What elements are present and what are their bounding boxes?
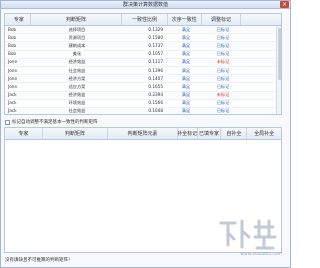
consistency-grid: 专家 判断矩阵 一致性比例 次序一致性 调整标记 Bob 选择项目 0.1329 满足… [4, 13, 282, 115]
cell-ratio: 0.1566 [148, 100, 163, 106]
col-header-element[interactable]: 判断矩阵元素 [108, 128, 178, 139]
cell-mark: 未标记 [216, 59, 230, 65]
grid-header: 专家 判断矩阵 一致性比例 次序一致性 调整标记 [5, 14, 281, 26]
cell-order: 满足 [181, 75, 191, 81]
cell-matrix: 建筑成本 [68, 42, 86, 48]
cell-mark: 已标记 [216, 34, 230, 40]
cell-expert: Jone [8, 75, 18, 81]
scrollbar-thumb[interactable] [278, 28, 281, 80]
col-header-mark[interactable]: 调整标记 [202, 14, 242, 25]
col-header-ratio[interactable]: 一致性比例 [122, 14, 168, 25]
cell-order: 满足 [181, 92, 191, 98]
cell-ratio: 0.1737 [148, 42, 163, 48]
cell-expert: Bob [8, 26, 17, 32]
col-header-filled-expert[interactable]: 已填专家 [198, 128, 222, 139]
table-row[interactable]: Jack 社会效益 0.1048 满足 已标记 [5, 107, 281, 114]
cell-mark: 已标记 [216, 83, 230, 89]
cell-mark: 已标记 [216, 75, 230, 81]
cell-expert: Jone [8, 59, 18, 65]
checkbox-label: 标记自动调整不满足基本一致性的判断矩阵 [12, 120, 98, 125]
cell-ratio: 0.1057 [148, 51, 163, 57]
cell-expert: Bob [8, 51, 17, 57]
cell-order: 满足 [181, 26, 191, 32]
vertical-scrollbar[interactable] [276, 26, 281, 114]
status-message: 没有填缺且不可推算的判断矩阵！ [5, 258, 73, 263]
cell-mark: 已标记 [216, 51, 230, 57]
download-logo-icon [219, 219, 277, 250]
cell-matrix: 环境效益 [68, 100, 86, 106]
cell-matrix: 美化 [72, 51, 82, 57]
watermark-site: www.xiazaiba.com [240, 252, 282, 257]
cell-expert: Bob [8, 34, 17, 40]
cell-ratio: 0.1655 [148, 83, 163, 89]
cell-mark: 已标记 [216, 42, 230, 48]
cell-order: 满足 [181, 42, 191, 48]
cell-mark: 已标记 [216, 108, 230, 114]
cell-ratio: 0.1580 [148, 34, 163, 40]
col-header-global-complete[interactable]: 全局补全 [247, 128, 281, 139]
cell-order: 满足 [181, 67, 191, 73]
cell-matrix: 经济效益 [68, 92, 86, 98]
close-icon[interactable]: × [280, 1, 289, 8]
col-header-order[interactable]: 次序一致性 [168, 14, 202, 25]
cell-order: 满足 [181, 108, 191, 114]
grid-body: Bob 选择项目 0.1329 满足 已标记 Bob 资源项目 0.1580 满足 已标记 Bob 建… [5, 26, 281, 114]
cell-expert: Jone [8, 67, 18, 73]
cell-order: 满足 [181, 51, 191, 57]
cell-ratio: 0.1117 [148, 59, 163, 65]
auto-adjust-option[interactable]: 标记自动调整不满足基本一致性的判断矩阵 [5, 119, 98, 125]
cell-expert: Jone [8, 83, 18, 89]
col-header-complete-mark[interactable]: 补全标记 [178, 128, 198, 139]
cell-expert: Jack [8, 100, 17, 106]
cell-matrix: 资源项目 [68, 34, 86, 40]
col-header-filler [241, 14, 281, 25]
col-header-matrix[interactable]: 判断矩阵 [31, 14, 123, 25]
checkbox[interactable] [5, 119, 10, 125]
col-header-expert[interactable]: 专家 [5, 14, 31, 25]
cell-ratio: 0.2394 [148, 92, 163, 98]
cell-expert: Jack [8, 92, 17, 98]
cell-mark: 已标记 [216, 67, 230, 73]
col-header-matrix[interactable]: 判断矩阵 [43, 128, 109, 139]
cell-order: 满足 [181, 59, 191, 65]
cell-matrix: 适应方案 [68, 83, 86, 89]
cell-mark: 未标记 [216, 92, 230, 98]
cell-mark: 已标记 [216, 100, 230, 106]
cell-ratio: 0.1048 [148, 108, 163, 114]
dialog-window: 群决策计算数据数值 × 专家 判断矩阵 一致性比例 次序一致性 调整标记 Bob… [0, 0, 291, 268]
watermark-logo: www.xiazaiba.com [218, 217, 284, 257]
title-bar: 群决策计算数据数值 × [1, 1, 290, 9]
cell-ratio: 0.1329 [148, 26, 163, 32]
cell-expert: Bob [8, 42, 17, 48]
cell-order: 满足 [181, 100, 191, 106]
cell-matrix: 社会效益 [68, 108, 86, 114]
cell-order: 满足 [181, 34, 191, 40]
cell-order: 满足 [181, 83, 191, 89]
cell-ratio: 0.1407 [148, 75, 163, 81]
cell-ratio: 0.1396 [148, 67, 163, 73]
window-title: 群决策计算数据数值 [122, 2, 168, 8]
cell-matrix: 选择项目 [68, 26, 86, 32]
cell-matrix: 经济效益 [68, 59, 86, 65]
grid-header: 专家 判断矩阵 判断矩阵元素 补全标记 已填专家 自补全 全局补全 [5, 128, 281, 140]
col-header-self-complete[interactable]: 自补全 [221, 128, 248, 139]
cell-mark: 已标记 [216, 26, 230, 32]
cell-expert: Jack [8, 108, 17, 114]
cell-matrix: 社会效益 [68, 67, 86, 73]
cell-matrix: 经济方案 [68, 75, 86, 81]
col-header-expert[interactable]: 专家 [5, 128, 43, 139]
